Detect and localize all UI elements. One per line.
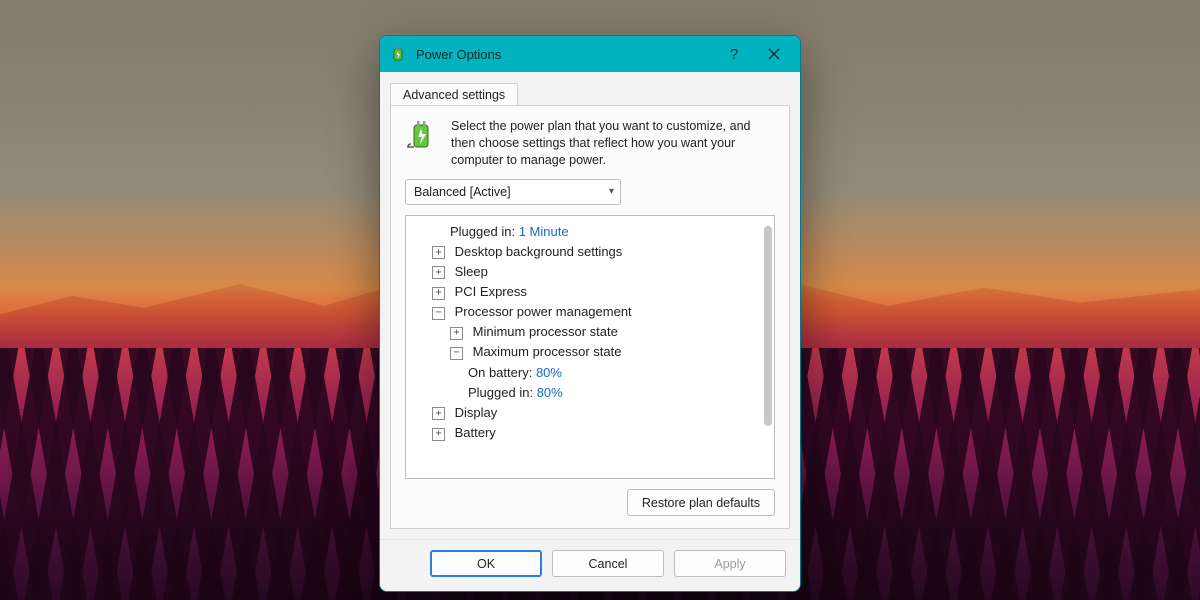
tree-node-minimum-processor-state[interactable]: + Minimum processor state	[410, 322, 770, 342]
titlebar[interactable]: Power Options ?	[380, 36, 800, 72]
tab-label: Advanced settings	[403, 88, 505, 102]
tree-node-maximum-processor-state[interactable]: − Maximum processor state	[410, 342, 770, 362]
expand-icon[interactable]: +	[432, 287, 445, 300]
expand-icon[interactable]: +	[432, 407, 445, 420]
settings-tree[interactable]: Plugged in: 1 Minute + Desktop backgroun…	[405, 215, 775, 479]
setting-value[interactable]: 1 Minute	[519, 224, 569, 239]
expand-icon[interactable]: +	[450, 327, 463, 340]
setting-label: On battery:	[468, 365, 532, 380]
node-label: Display	[455, 405, 498, 420]
node-label: Maximum processor state	[473, 344, 622, 359]
collapse-icon[interactable]: −	[432, 307, 445, 320]
button-label: Cancel	[589, 557, 628, 571]
button-label: Restore plan defaults	[642, 496, 760, 510]
tabpanel-advanced-settings: Select the power plan that you want to c…	[390, 105, 790, 529]
chevron-down-icon: ▾	[609, 186, 614, 197]
node-label: PCI Express	[455, 284, 527, 299]
tree-value-plugged-in[interactable]: Plugged in: 80%	[410, 383, 770, 403]
power-options-dialog: Power Options ? Advanced settings	[379, 35, 801, 592]
tree-node-battery[interactable]: + Battery	[410, 423, 770, 443]
node-label: Minimum processor state	[473, 324, 618, 339]
close-icon	[768, 48, 780, 60]
setting-label: Plugged in:	[468, 385, 533, 400]
intro-row: Select the power plan that you want to c…	[405, 118, 775, 169]
power-plan-icon	[390, 45, 408, 63]
help-button[interactable]: ?	[714, 36, 754, 72]
tree-node-desktop-background-settings[interactable]: + Desktop background settings	[410, 242, 770, 262]
ok-button[interactable]: OK	[430, 550, 542, 577]
expand-icon[interactable]: +	[432, 246, 445, 259]
cancel-button[interactable]: Cancel	[552, 550, 664, 577]
tree-node-pci-express[interactable]: + PCI Express	[410, 282, 770, 302]
apply-button[interactable]: Apply	[674, 550, 786, 577]
dialog-footer: OK Cancel Apply	[380, 539, 800, 591]
dialog-body: Advanced settings Select the powe	[380, 72, 800, 539]
close-button[interactable]	[754, 36, 794, 72]
window-title: Power Options	[416, 47, 501, 62]
expand-icon[interactable]: +	[432, 266, 445, 279]
tree-node-processor-power-management[interactable]: − Processor power management	[410, 302, 770, 322]
tree-value-on-battery[interactable]: On battery: 80%	[410, 363, 770, 383]
desktop-wallpaper: Power Options ? Advanced settings	[0, 0, 1200, 600]
button-label: Apply	[714, 557, 745, 571]
intro-text: Select the power plan that you want to c…	[451, 118, 775, 169]
setting-value[interactable]: 80%	[536, 365, 562, 380]
restore-plan-defaults-button[interactable]: Restore plan defaults	[627, 489, 775, 516]
tree-node-display[interactable]: + Display	[410, 403, 770, 423]
tabstrip: Advanced settings	[390, 80, 790, 106]
scrollbar-thumb[interactable]	[764, 226, 772, 426]
help-icon: ?	[730, 46, 738, 63]
battery-plug-icon	[405, 118, 439, 152]
tree-scrollbar[interactable]	[760, 218, 772, 476]
tree-value-plugged-in-top[interactable]: Plugged in: 1 Minute	[410, 222, 770, 242]
setting-label: Plugged in:	[450, 224, 515, 239]
node-label: Processor power management	[455, 304, 632, 319]
node-label: Battery	[455, 425, 496, 440]
tree-node-sleep[interactable]: + Sleep	[410, 262, 770, 282]
power-plan-select[interactable]: Balanced [Active] ▾	[405, 179, 621, 205]
collapse-icon[interactable]: −	[450, 347, 463, 360]
expand-icon[interactable]: +	[432, 428, 445, 441]
node-label: Sleep	[455, 264, 488, 279]
tab-advanced-settings[interactable]: Advanced settings	[390, 83, 518, 106]
button-label: OK	[477, 557, 495, 571]
node-label: Desktop background settings	[455, 244, 623, 259]
setting-value[interactable]: 80%	[537, 385, 563, 400]
power-plan-selected: Balanced [Active]	[414, 185, 511, 199]
